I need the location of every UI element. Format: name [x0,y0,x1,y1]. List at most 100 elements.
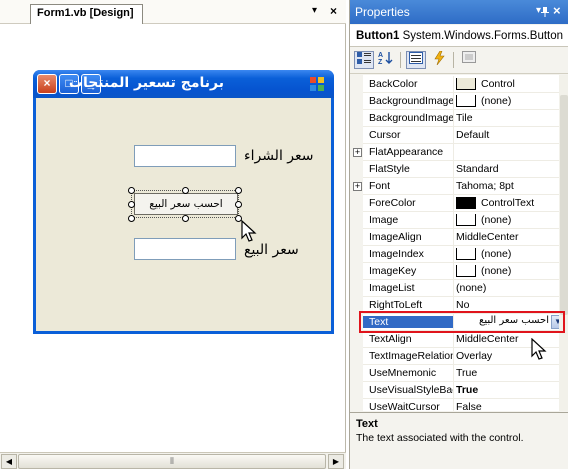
property-value[interactable]: (none) [456,282,568,294]
resize-handle-w[interactable] [128,201,135,208]
resize-handle-n[interactable] [182,187,189,194]
property-value[interactable]: Standard [456,163,568,175]
purchase-price-label: سعر الشراء [244,148,314,164]
property-row-font[interactable]: + Font Tahoma; 8pt [350,178,568,195]
purchase-price-textbox[interactable] [134,145,236,167]
property-value[interactable]: Tahoma; 8pt [456,180,568,192]
color-swatch [456,265,476,277]
close-properties-icon[interactable]: × [553,3,561,18]
scrollbar-thumb[interactable]: ⦀ [18,454,326,469]
property-value[interactable]: MiddleCenter [456,231,568,243]
tab-form1-design[interactable]: Form1.vb [Design] [30,4,143,24]
property-value[interactable]: MiddleCenter [456,333,568,345]
property-pages-icon[interactable] [459,51,479,69]
column-divider [453,348,454,365]
property-value[interactable]: ControlText [456,197,568,209]
color-swatch [456,95,476,107]
property-value[interactable]: (none) [456,265,568,277]
scroll-right-icon[interactable]: ▶ [328,454,344,469]
property-value[interactable]: True [456,384,568,396]
resize-handle-ne[interactable] [235,187,242,194]
form-titlebar[interactable]: × □ _ برنامج تسعير المنتجات [33,70,334,98]
property-value-text: Tile [456,112,473,125]
property-value[interactable]: No [456,299,568,311]
text-property-highlight [359,311,565,333]
column-divider [453,263,454,280]
property-value[interactable]: (none) [456,248,568,260]
properties-view-icon[interactable] [406,51,426,69]
description-title: Text [356,418,378,430]
property-row-usewaitcursor[interactable]: UseWaitCursor False [350,399,568,411]
tab-list-dropdown-icon[interactable]: ▾ [312,5,317,16]
sale-price-textbox[interactable] [134,238,236,260]
close-tab-icon[interactable]: × [330,4,337,18]
categorized-icon[interactable] [354,51,374,69]
resize-handle-nw[interactable] [128,187,135,194]
expand-plus-icon[interactable]: + [353,148,362,157]
property-value[interactable]: (none) [456,95,568,107]
mouse-cursor-icon [241,220,257,242]
horizontal-scrollbar[interactable]: ◀ ⦀ ▶ [0,452,346,469]
column-divider [453,144,454,161]
property-name: ImageList [369,282,415,294]
property-row-backgroundimage[interactable]: BackgroundImage (none) [350,93,568,110]
property-row-image[interactable]: Image (none) [350,212,568,229]
property-value[interactable]: True [456,367,568,379]
property-grid-scroll-thumb[interactable] [560,95,568,315]
selected-object-name: Button1 [356,30,400,42]
property-value-text: ControlText [481,197,535,210]
property-row-usemnemonic[interactable]: UseMnemonic True [350,365,568,382]
property-row-cursor[interactable]: Cursor Default [350,127,568,144]
property-row-imageindex[interactable]: ImageIndex (none) [350,246,568,263]
property-row-usevisualstylebackcolor[interactable]: UseVisualStyleBackColorTrue [350,382,568,399]
toolbar-separator [400,52,401,68]
property-value-text: (none) [456,282,487,295]
scroll-left-icon[interactable]: ◀ [1,454,17,469]
column-divider [453,365,454,382]
expand-plus-icon[interactable]: + [353,182,362,191]
property-grid-scrollbar[interactable] [559,75,568,411]
properties-titlebar[interactable]: Properties ▾ × [350,0,568,24]
property-value[interactable]: (none) [456,214,568,226]
property-row-imagelist[interactable]: ImageList (none) [350,280,568,297]
property-name: TextAlign [369,333,412,345]
property-value[interactable]: Tile [456,112,568,124]
property-row-backgroundimagelayout[interactable]: BackgroundImageLayoutTile [350,110,568,127]
form-close-button[interactable]: × [37,74,57,94]
form-app-icon [310,77,324,91]
property-value[interactable]: Overlay [456,350,568,362]
property-value-text: (none) [481,214,512,227]
property-value-text: (none) [481,95,512,108]
property-row-forecolor[interactable]: ForeColor ControlText [350,195,568,212]
column-divider [453,110,454,127]
object-selector-dropdown[interactable]: Button1 System.Windows.Forms.Button [350,25,568,47]
selected-object-type: System.Windows.Forms.Button [402,30,564,42]
column-divider [453,229,454,246]
auto-hide-pin-icon[interactable] [540,6,550,18]
property-value-text: MiddleCenter [456,333,519,346]
property-value-text: No [456,299,470,312]
property-value[interactable]: Control [456,78,568,90]
property-row-imagekey[interactable]: ImageKey (none) [350,263,568,280]
property-value[interactable]: Default [456,129,568,141]
property-row-backcolor[interactable]: BackColor Control [350,76,568,93]
calculate-sale-price-button[interactable]: احسب سعر البيع [134,193,238,215]
property-row-flatstyle[interactable]: FlatStyle Standard [350,161,568,178]
svg-text:Z: Z [378,59,383,65]
toolbar-separator [453,52,454,68]
description-panel: Text The text associated with the contro… [350,412,568,469]
color-swatch [456,214,476,226]
property-name: BackgroundImage [369,95,453,107]
resize-handle-s[interactable] [182,215,189,222]
alphabetical-sort-icon[interactable]: AZ [376,51,396,69]
property-row-imagealign[interactable]: ImageAlign MiddleCenter [350,229,568,246]
resize-handle-e[interactable] [235,201,242,208]
resize-handle-sw[interactable] [128,215,135,222]
form1-window[interactable]: × □ _ برنامج تسعير المنتجات سعر الشراء ا… [33,70,334,334]
property-value-text: True [456,384,479,397]
designer-tabstrip: Form1.vb [Design] ▾ × [0,0,346,24]
events-lightning-icon[interactable] [429,50,449,69]
design-surface[interactable]: × □ _ برنامج تسعير المنتجات سعر الشراء ا… [0,24,346,452]
property-row-flatappearance[interactable]: + FlatAppearance [350,144,568,161]
property-value[interactable]: False [456,401,568,411]
